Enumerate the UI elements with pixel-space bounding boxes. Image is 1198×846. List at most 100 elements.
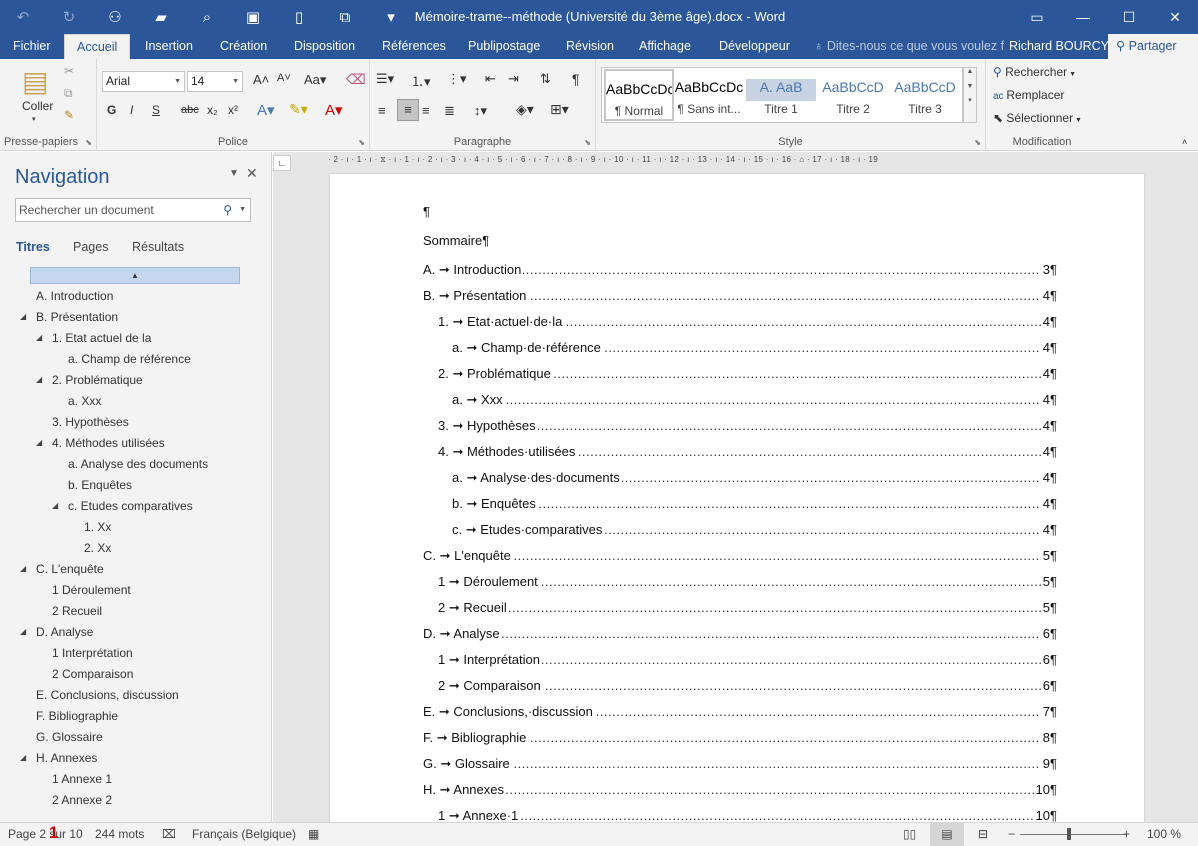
nav-heading-item[interactable]: E. Conclusions, discussion	[36, 688, 179, 702]
nav-heading-item[interactable]: G. Glossaire	[36, 730, 103, 744]
pane-options-icon[interactable]: ▼	[229, 168, 239, 179]
underline-button[interactable]: S	[152, 103, 160, 117]
toc-entry[interactable]: ........................................…	[452, 496, 1057, 514]
find-button[interactable]: ⚲ Rechercher ▼	[993, 65, 1076, 79]
nav-heading-item[interactable]: 2 Comparaison	[52, 667, 133, 681]
tab-developpeur[interactable]: Développeur	[719, 34, 790, 59]
paste-button[interactable]: Coller	[22, 99, 53, 113]
nav-heading-item[interactable]: 1 Annexe 1	[52, 772, 112, 786]
ribbon-display-options-icon[interactable]: ▭	[1014, 0, 1060, 34]
page-count[interactable]: Page 2 sur 10	[8, 827, 83, 841]
font-launcher-icon[interactable]: ⬊	[358, 138, 365, 147]
style-item[interactable]: AaBbCcDc ¶ Sans int...	[674, 69, 744, 121]
zoom-level[interactable]: 100 %	[1147, 827, 1181, 841]
sort-icon[interactable]: ⇅	[540, 71, 551, 87]
proofing-icon[interactable]: ⌧	[162, 827, 176, 841]
nav-heading-item[interactable]: 3. Hypothèses	[52, 415, 129, 429]
numbering-icon[interactable]: ⒈▾	[411, 71, 431, 90]
align-left-icon[interactable]: ≡	[378, 103, 386, 118]
toc-entry[interactable]: ........................................…	[423, 548, 1057, 566]
tab-disposition[interactable]: Disposition	[294, 34, 355, 59]
toc-entry[interactable]: ........................................…	[423, 262, 1057, 280]
web-layout-icon[interactable]: ⊟	[978, 827, 988, 841]
nav-heading-item[interactable]: 1. Xx	[84, 520, 111, 534]
toc-entry[interactable]: ........................................…	[438, 444, 1057, 462]
expand-triangle-icon[interactable]: ◢	[36, 438, 42, 447]
maximize-button[interactable]: ☐	[1106, 0, 1152, 34]
select-button[interactable]: ⬉ Sélectionner ▼	[993, 111, 1082, 125]
save-icon[interactable]: ▣	[230, 0, 276, 34]
tab-pages[interactable]: Pages	[73, 240, 108, 254]
close-pane-icon[interactable]: ✕	[246, 165, 258, 182]
toc-entry[interactable]: ........................................…	[423, 288, 1057, 306]
show-formatting-icon[interactable]: ¶	[572, 71, 580, 87]
multilevel-list-icon[interactable]: ⋮▾	[447, 71, 467, 87]
replace-button[interactable]: ac Remplacer	[993, 88, 1064, 102]
chevron-down-icon[interactable]: ▼	[239, 199, 246, 221]
read-mode-icon[interactable]: ▯▯	[903, 827, 916, 841]
undo-icon[interactable]: ↶	[0, 0, 46, 34]
bullets-icon[interactable]: ☰▾	[376, 71, 394, 87]
toc-entry[interactable]: ........................................…	[423, 756, 1057, 774]
cut-icon[interactable]: ✂	[64, 64, 74, 78]
copy-icon[interactable]: ⧉	[64, 86, 73, 101]
zoom-in-icon[interactable]: +	[1123, 827, 1130, 841]
nav-heading-item[interactable]: 2. Problématique	[52, 373, 143, 387]
subscript-button[interactable]: x₂	[207, 103, 218, 117]
new-document-icon[interactable]: ▯	[276, 0, 322, 34]
nav-heading-item[interactable]: 1 Interprétation	[52, 646, 133, 660]
justify-icon[interactable]: ≣	[444, 103, 455, 119]
nav-heading-item[interactable]: 4. Méthodes utilisées	[52, 436, 165, 450]
paste-icon[interactable]: ▤	[22, 65, 48, 98]
toc-entry[interactable]: ........................................…	[423, 704, 1057, 722]
nav-heading-item[interactable]: 1 Déroulement	[52, 583, 131, 597]
language[interactable]: Français (Belgique)	[192, 827, 296, 841]
font-color-icon[interactable]: A▾	[325, 101, 343, 119]
nav-heading-item[interactable]: A. Introduction	[36, 289, 113, 303]
styles-launcher-icon[interactable]: ⬊	[974, 138, 981, 147]
expand-triangle-icon[interactable]: ◢	[36, 333, 42, 342]
clipboard-launcher-icon[interactable]: ⬊	[85, 138, 92, 147]
document-page[interactable]: ¶ Sommaire¶ ............................…	[330, 174, 1144, 834]
nav-heading-item[interactable]: a. Analyse des documents	[68, 457, 208, 471]
macro-icon[interactable]: ▦	[308, 827, 319, 841]
style-item[interactable]: AaBbCcDc ¶ Normal	[604, 69, 674, 121]
zoom-out-icon[interactable]: −	[1008, 827, 1015, 841]
chevron-up-icon[interactable]: ▲	[964, 68, 976, 75]
nav-heading-item[interactable]: a. Champ de référence	[68, 352, 191, 366]
toc-entry[interactable]: ........................................…	[438, 678, 1057, 696]
style-item[interactable]: AaBbCcD Titre 2	[818, 69, 888, 121]
close-button[interactable]: ✕	[1152, 0, 1198, 34]
increase-indent-icon[interactable]: ⇥	[508, 71, 519, 87]
toc-entry[interactable]: ........................................…	[438, 314, 1057, 332]
redo-icon[interactable]: ↻	[46, 0, 92, 34]
tab-affichage[interactable]: Affichage	[639, 34, 691, 59]
collapse-headings-bar[interactable]: ▲	[30, 267, 240, 284]
toc-entry[interactable]: ........................................…	[452, 392, 1057, 410]
tab-publipostage[interactable]: Publipostage	[468, 34, 540, 59]
text-effects-icon[interactable]: A▾	[257, 101, 275, 119]
style-item[interactable]: AaBbCcD Titre 3	[890, 69, 960, 121]
shading-icon[interactable]: ◈▾	[516, 101, 534, 118]
search-icon[interactable]: ⚲	[223, 199, 232, 221]
bold-button[interactable]: G	[107, 103, 116, 117]
paste-dropdown-icon[interactable]: ▾	[32, 115, 36, 123]
tab-titres[interactable]: Titres	[16, 240, 50, 254]
tab-resultats[interactable]: Résultats	[132, 240, 184, 254]
print-layout-icon[interactable]: ▤	[930, 823, 964, 846]
nav-heading-item[interactable]: D. Analyse	[36, 625, 93, 639]
people-icon[interactable]: ⚇	[92, 0, 138, 34]
expand-triangle-icon[interactable]: ◢	[20, 753, 26, 762]
collapse-ribbon-icon[interactable]: ˄	[1182, 137, 1187, 147]
toc-entry[interactable]: ........................................…	[438, 574, 1057, 592]
expand-triangle-icon[interactable]: ◢	[20, 312, 26, 321]
open-folder-icon[interactable]: ▰	[138, 0, 184, 34]
tab-selector-icon[interactable]: ∟	[273, 155, 291, 171]
styles-gallery-scroll[interactable]: ▲ ▼ ▾	[963, 67, 977, 123]
font-name-box[interactable]: Arial ▼	[102, 71, 185, 92]
tab-accueil[interactable]: Accueil	[64, 34, 131, 59]
nav-heading-item[interactable]: c. Etudes comparatives	[68, 499, 193, 513]
paragraph-launcher-icon[interactable]: ⬊	[584, 138, 591, 147]
tab-creation[interactable]: Création	[220, 34, 267, 59]
chevron-down-icon[interactable]: ▼	[964, 83, 976, 90]
